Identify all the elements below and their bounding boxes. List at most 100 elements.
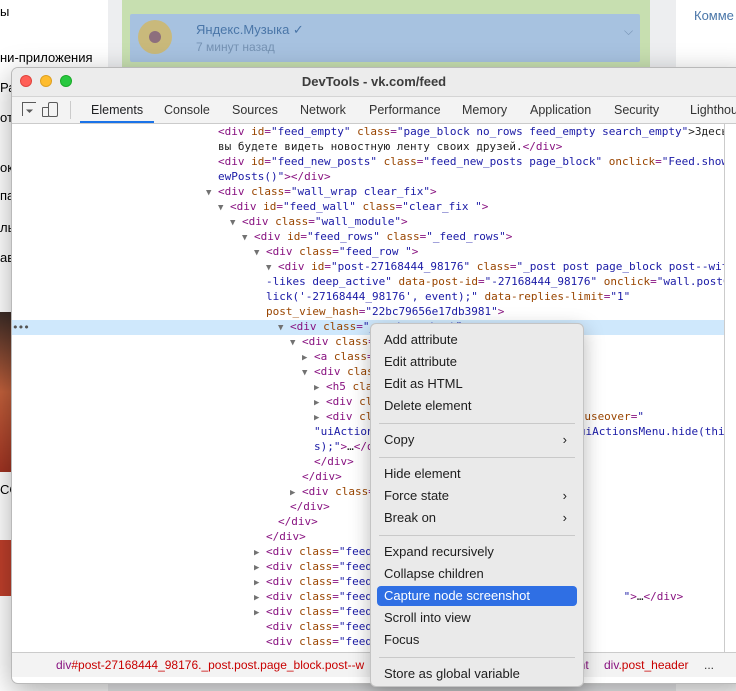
breadcrumb-classes: .post_header — [618, 658, 689, 672]
tab-network[interactable]: Network — [300, 97, 346, 123]
chevron-right-icon: › — [562, 488, 567, 503]
left-nav-item[interactable]: ни-приложения — [0, 50, 93, 65]
menu-item-delete-element[interactable]: Delete element — [377, 396, 577, 416]
menu-item-label: Copy — [384, 432, 415, 447]
dom-node-line[interactable]: post_view_hash="22bc79656e17db3981"> — [254, 304, 504, 319]
story-photo — [0, 312, 12, 472]
menu-item-label: Capture node screenshot — [384, 588, 530, 603]
menu-item-break-on[interactable]: Break on › — [377, 508, 577, 528]
menu-item-hide-element[interactable]: Hide element — [377, 464, 577, 484]
expand-toggle-icon[interactable]: ▼ — [254, 246, 266, 261]
menu-item-label: Scroll into view — [384, 610, 471, 625]
menu-item-scroll-into-view[interactable]: Scroll into view — [377, 608, 577, 628]
menu-item-label: Delete element — [384, 398, 472, 413]
dom-node-markup: <div class="wall_module"> — [242, 215, 408, 228]
menu-item-focus[interactable]: Focus — [377, 630, 577, 650]
dom-node-line[interactable]: ewPosts()"></div> — [206, 169, 331, 184]
dom-node-line[interactable]: </div> — [302, 454, 354, 469]
tab-sources[interactable]: Sources — [232, 97, 278, 123]
chevron-right-icon: › — [562, 510, 567, 525]
dom-node-markup: </div> — [314, 455, 354, 468]
dom-node-line[interactable]: вы будете видеть новостную ленту своих д… — [206, 139, 562, 154]
tab-security[interactable]: Security — [614, 97, 659, 123]
breadcrumb-classes: #post-27168444_98176._post.post.page_blo… — [71, 658, 365, 672]
menu-separator — [379, 535, 575, 536]
dom-node-markup: </div> — [302, 470, 342, 483]
menu-item-add-attribute[interactable]: Add attribute — [377, 330, 577, 350]
dom-node-markup: <div id="post-27168444_98176" class="_po… — [278, 260, 724, 273]
more-options-icon[interactable]: ••• — [12, 320, 30, 335]
tab-elements[interactable]: Elements — [80, 97, 155, 123]
device-toolbar-icon[interactable] — [42, 102, 58, 117]
breadcrumb-header-node[interactable]: div.post_header — [604, 653, 689, 677]
dom-node-markup: </div> — [278, 515, 318, 528]
tab-console[interactable]: Console — [164, 97, 210, 123]
menu-item-label: Collapse children — [384, 566, 484, 581]
menu-separator — [379, 423, 575, 424]
context-menu: Add attribute Edit attribute Edit as HTML D… — [370, 323, 584, 687]
tab-performance[interactable]: Performance — [369, 97, 441, 123]
breadcrumb-post-node[interactable]: div#post-27168444_98176._post.post.page_… — [56, 653, 364, 677]
dom-node-line[interactable]: <div id="feed_empty" class="page_block n… — [206, 124, 724, 139]
menu-item-edit-attribute[interactable]: Edit attribute — [377, 352, 577, 372]
menu-item-label: Store as global variable — [384, 666, 520, 681]
tab-application[interactable]: Application — [530, 97, 591, 123]
dom-node-markup: <div class="wall_wrap clear_fix"> — [218, 185, 437, 198]
tab-memory[interactable]: Memory — [462, 97, 507, 123]
menu-item-edit-as-html[interactable]: Edit as HTML — [377, 374, 577, 394]
menu-item-label: Edit as HTML — [384, 376, 463, 391]
breadcrumb-tag: div — [604, 658, 619, 672]
dom-node-markup: </div> — [266, 530, 306, 543]
dom-node-line[interactable]: </div> — [254, 529, 306, 544]
menu-item-expand-recursively[interactable]: Expand recursively — [377, 542, 577, 562]
expand-toggle-icon[interactable]: ▼ — [278, 321, 290, 336]
dom-node-markup: lick('-27168444_98176', event);" data-re… — [266, 290, 631, 303]
expand-toggle-icon[interactable]: ▼ — [242, 231, 254, 246]
expand-toggle-icon[interactable]: ▼ — [230, 216, 242, 231]
dom-node-markup: ewPosts()"></div> — [218, 170, 331, 183]
left-nav-item[interactable]: от — [0, 110, 13, 125]
menu-item-capture-node-screenshot[interactable]: Capture node screenshot — [377, 586, 577, 606]
tab-divider — [70, 101, 71, 119]
expand-toggle-icon[interactable]: ▼ — [206, 186, 218, 201]
music-avatar-icon — [138, 20, 172, 54]
dom-node-markup: <div id="feed_wall" class="clear_fix "> — [230, 200, 489, 213]
dom-node-line[interactable]: lick('-27168444_98176', event);" data-re… — [254, 289, 630, 304]
breadcrumb-overflow-button[interactable]: ... — [704, 653, 714, 677]
comments-link[interactable]: Комме — [694, 8, 734, 23]
dom-node-line[interactable]: </div> — [266, 514, 318, 529]
menu-item-copy[interactable]: Copy › — [377, 430, 577, 450]
dom-node-markup: <div class="feed_row "> — [266, 245, 419, 258]
music-time: 7 минут назад — [196, 40, 275, 54]
dom-node-line[interactable]: </div> — [278, 499, 330, 514]
breadcrumb-tag: div — [56, 658, 72, 672]
chevron-down-icon[interactable]: ⌵ — [624, 24, 633, 39]
dom-tree[interactable]: ••• <div id="feed_empty" class="page_blo… — [12, 124, 724, 652]
window-title: DevTools - vk.com/feed — [301, 74, 447, 89]
menu-item-collapse-children[interactable]: Collapse children — [377, 564, 577, 584]
expand-toggle-icon[interactable]: ▼ — [218, 201, 230, 216]
tab-lighthouse[interactable]: Lighthou — [690, 97, 736, 123]
dom-node-markup: <div id="feed_new_posts" class="feed_new… — [218, 155, 724, 168]
menu-item-label: Expand recursively — [384, 544, 494, 559]
dom-node-line[interactable]: </div> — [290, 469, 342, 484]
menu-item-label: Hide element — [384, 466, 461, 481]
music-title[interactable]: Яндекс.Музыка ✓ — [196, 22, 304, 38]
dom-node-markup: </div> — [290, 500, 330, 513]
menu-item-label: Force state — [384, 488, 450, 503]
left-nav-item[interactable]: ы — [0, 4, 9, 19]
dom-node-markup: post_view_hash="22bc79656e17db3981"> — [266, 305, 505, 318]
dom-node-markup: вы будете видеть новостную ленту своих д… — [218, 140, 563, 153]
expand-toggle-icon[interactable]: ▼ — [302, 366, 314, 381]
left-nav-item[interactable]: ок — [0, 160, 13, 175]
menu-separator — [379, 657, 575, 658]
menu-item-label: Focus — [384, 632, 420, 647]
dom-node-line[interactable]: -likes deep_active" data-post-id="-27168… — [254, 274, 724, 289]
styles-side-panel[interactable] — [724, 124, 736, 652]
devtools-tab-bar: Elements Console Sources Network Perform… — [12, 97, 736, 124]
inspect-element-icon[interactable] — [22, 102, 36, 116]
menu-item-store-as-global-variable[interactable]: Store as global variable — [377, 664, 577, 684]
dom-node-line[interactable]: <div id="feed_new_posts" class="feed_new… — [206, 154, 724, 169]
expand-toggle-icon[interactable]: ▼ — [290, 336, 302, 351]
menu-item-force-state[interactable]: Force state › — [377, 486, 577, 506]
